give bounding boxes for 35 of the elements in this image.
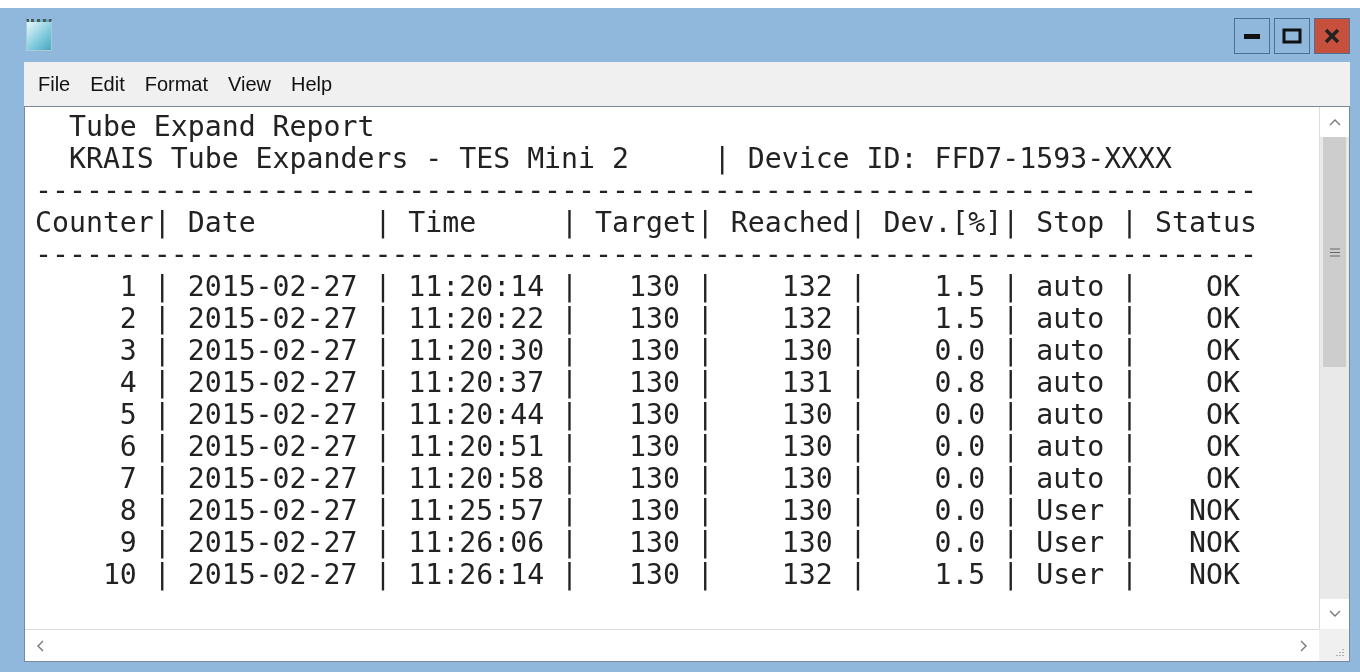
text-line: 10 | 2015-02-27 | 11:26:14 | 130 | 132 | 1.5 | User | NOK bbox=[101, 559, 1240, 591]
minimize-button[interactable] bbox=[1234, 18, 1270, 54]
maximize-button[interactable] bbox=[1274, 18, 1310, 54]
close-button[interactable] bbox=[1314, 18, 1350, 54]
scroll-thumb[interactable] bbox=[1323, 137, 1346, 367]
scroll-left-icon bbox=[35, 638, 45, 653]
text-line: 4 | 2015-02-27 | 11:20:37 | 130 | 131 | 0.8 | auto | OK bbox=[118, 367, 1240, 399]
menu-item[interactable]: File bbox=[30, 70, 79, 98]
scroll-up-icon bbox=[1327, 117, 1342, 127]
text-line: 2 | 2015-02-27 | 11:20:22 | 130 | 132 | 1.5 | auto | OK bbox=[118, 303, 1240, 335]
scroll-down-icon bbox=[1327, 609, 1342, 619]
text-line: 1 | 2015-02-27 | 11:20:14 | 130 | 132 | 1.5 | auto | OK bbox=[118, 271, 1240, 303]
grip-icon bbox=[1328, 247, 1341, 257]
text-line: 7 | 2015-02-27 | 11:20:58 | 130 | 130 | 0.0 | auto | OK bbox=[118, 463, 1240, 495]
minimize-icon bbox=[1243, 32, 1261, 40]
text-line: 6 | 2015-02-27 | 11:20:51 | 130 | 130 | 0.0 | auto | OK bbox=[118, 431, 1240, 463]
text-line: ------------------------------------------------------------------------ bbox=[35, 239, 1257, 271]
text-line: Tube Expand Report bbox=[67, 111, 375, 143]
vertical-scrollbar[interactable] bbox=[1319, 107, 1349, 629]
menu-item[interactable]: Format bbox=[136, 70, 217, 98]
notepad-icon bbox=[26, 19, 52, 51]
text-line: 8 | 2015-02-27 | 11:25:57 | 130 | 130 | 0.0 | User | NOK bbox=[118, 495, 1240, 527]
text-line: KRAIS Tube Expanders - TES Mini 2 | Device ID: FFD7-1593-XXXX bbox=[67, 143, 1172, 175]
text-line: 5 | 2015-02-27 | 11:20:44 | 130 | 130 | 0.0 | auto | OK bbox=[118, 399, 1240, 431]
text-line: Counter| Date | Time | Target| Reached| Dev.[%]| Stop | Status bbox=[35, 207, 1257, 239]
close-icon bbox=[1323, 27, 1341, 45]
scroll-right-icon bbox=[1299, 638, 1309, 653]
maximize-icon bbox=[1282, 28, 1302, 44]
text-line: ------------------------------------------------------------------------ bbox=[35, 175, 1257, 207]
resize-grip-icon bbox=[1335, 647, 1345, 657]
menu-item[interactable]: View bbox=[220, 70, 280, 98]
menu-item[interactable]: Help bbox=[283, 70, 341, 98]
menu-item[interactable]: Edit bbox=[82, 70, 133, 98]
text-line: 9 | 2015-02-27 | 11:26:06 | 130 | 130 | 0.0 | User | NOK bbox=[118, 527, 1240, 559]
text-line: 3 | 2015-02-27 | 11:20:30 | 130 | 130 | 0.0 | auto | OK bbox=[118, 335, 1240, 367]
